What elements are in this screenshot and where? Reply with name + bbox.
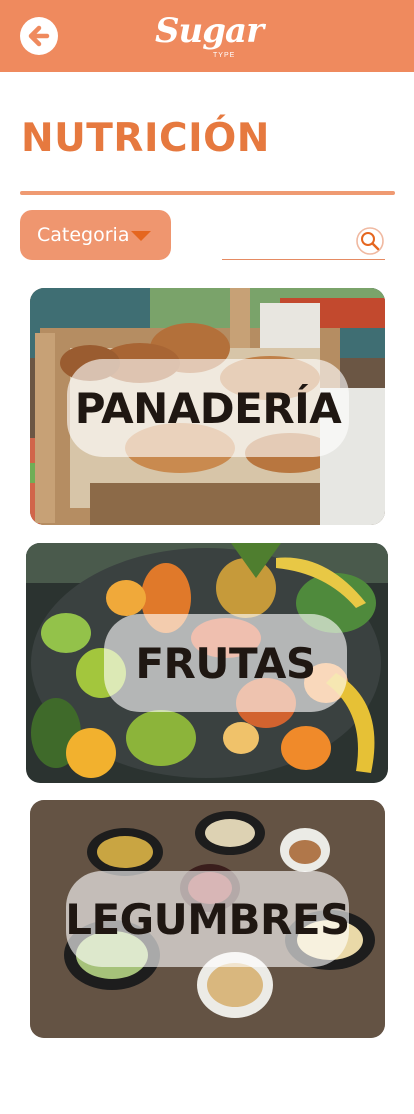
category-card-label: LEGUMBRES xyxy=(65,894,350,944)
caret-down-icon xyxy=(131,231,151,241)
category-dropdown-label: Categoria xyxy=(37,224,130,246)
arrow-left-icon xyxy=(28,25,50,47)
search-input[interactable] xyxy=(222,230,350,256)
category-card-frutas[interactable]: FRUTAS xyxy=(26,543,388,783)
logo-sub-text: TYPE xyxy=(213,52,236,59)
app-header: Sugar TYPE xyxy=(0,0,414,72)
category-dropdown-button[interactable]: Categoria xyxy=(20,210,171,260)
category-card-label: FRUTAS xyxy=(135,638,316,688)
category-card-panaderia[interactable]: PANADERÍA xyxy=(30,288,385,525)
category-label-pill: FRUTAS xyxy=(104,614,347,712)
category-card-legumbres[interactable]: LEGUMBRES xyxy=(30,800,385,1038)
sugar-type-logo: Sugar TYPE xyxy=(155,11,264,62)
category-label-pill: PANADERÍA xyxy=(67,359,349,457)
category-card-label: PANADERÍA xyxy=(74,383,342,433)
title-divider xyxy=(20,191,395,195)
logo-main-text: Sugar xyxy=(155,11,264,51)
search-icon[interactable] xyxy=(355,226,385,256)
search-field xyxy=(222,224,385,260)
back-button[interactable] xyxy=(20,17,58,55)
page-title: NUTRICIÓN xyxy=(21,116,270,161)
category-label-pill: LEGUMBRES xyxy=(65,871,350,967)
